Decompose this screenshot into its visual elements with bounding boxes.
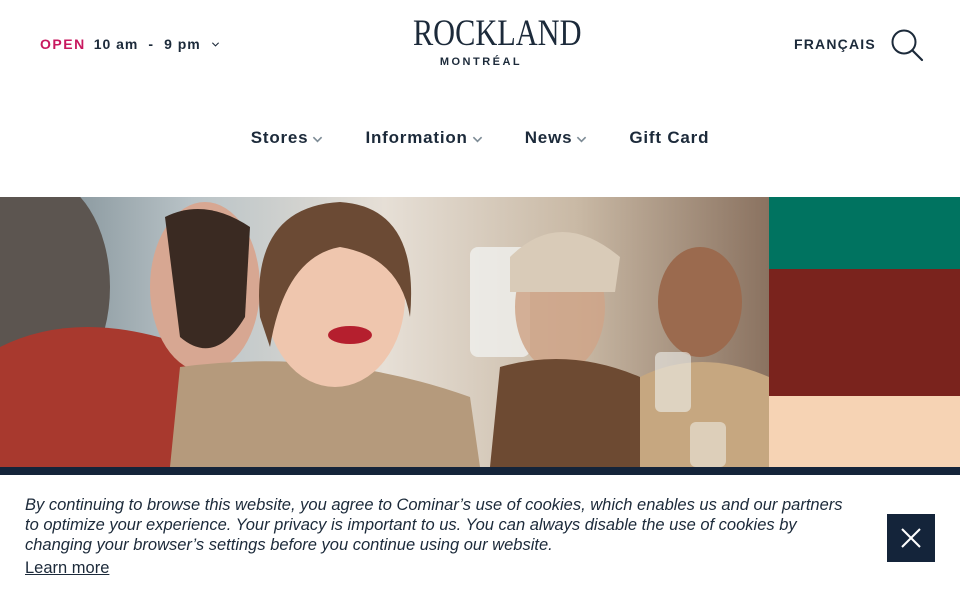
close-icon [901,528,921,548]
hero-banner [0,197,960,467]
nav-item-stores[interactable]: Stores [251,128,324,148]
swatch-green [769,197,960,269]
language-toggle[interactable]: FRANÇAIS [794,36,876,52]
close-cookie-button[interactable] [887,514,935,562]
nav-item-label: Stores [250,128,309,147]
site-header: OPEN 10 am - 9 pm ROCKLAND MONTRÉAL FRAN… [0,0,960,197]
open-time: 10 am [93,36,139,52]
open-status: OPEN [40,36,86,52]
site-logo[interactable]: ROCKLAND MONTRÉAL [398,13,582,69]
chevron-down-icon [472,136,482,143]
color-swatches [769,197,960,467]
nav-item-information[interactable]: Information [365,128,482,148]
cookie-banner-border [0,467,960,475]
close-time: 9 pm [164,36,201,52]
nav-item-label: News [524,128,573,147]
hero-photo-illustration [0,197,769,467]
nav-item-label: Information [365,128,468,147]
swatch-red [769,269,960,396]
learn-more-link[interactable]: Learn more [25,559,109,578]
nav-item-label: Gift Card [629,128,710,147]
search-icon[interactable] [890,28,924,62]
opening-hours[interactable]: OPEN 10 am - 9 pm [40,36,220,52]
logo-city: MONTRÉAL [439,56,523,68]
nav-item-news[interactable]: News [525,128,588,148]
chevron-down-icon[interactable] [211,40,220,49]
swatch-peach [769,396,960,467]
cookie-banner: By continuing to browse this website, yo… [0,475,960,600]
chevron-down-icon [313,136,323,143]
nav-item-gift-card[interactable]: Gift Card [629,128,709,148]
hero-photo [0,197,769,467]
logo-name: ROCKLAND [412,13,582,54]
chevron-down-icon [577,136,587,143]
hours-separator: - [148,36,155,52]
cookie-message: By continuing to browse this website, yo… [25,496,843,554]
main-nav: Stores Information News Gift Card [0,128,960,148]
